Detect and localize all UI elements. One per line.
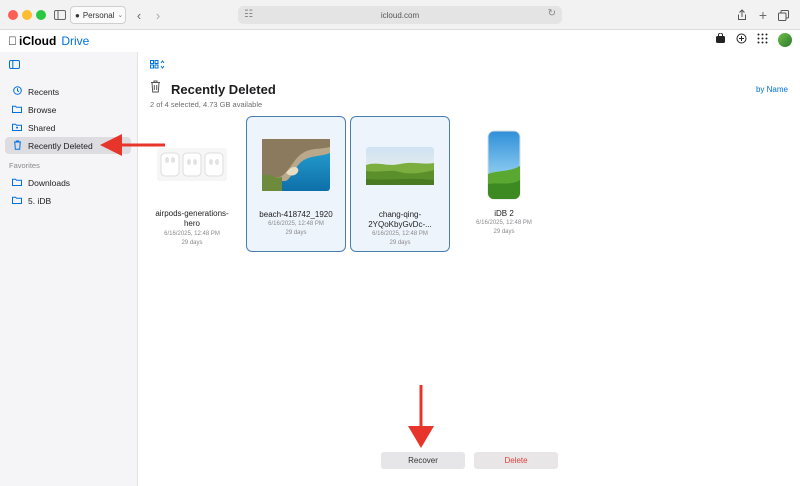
annotation-overlay bbox=[100, 134, 434, 448]
arrow-pointing-left-icon bbox=[100, 134, 165, 156]
arrow-pointing-down-icon bbox=[408, 385, 434, 448]
